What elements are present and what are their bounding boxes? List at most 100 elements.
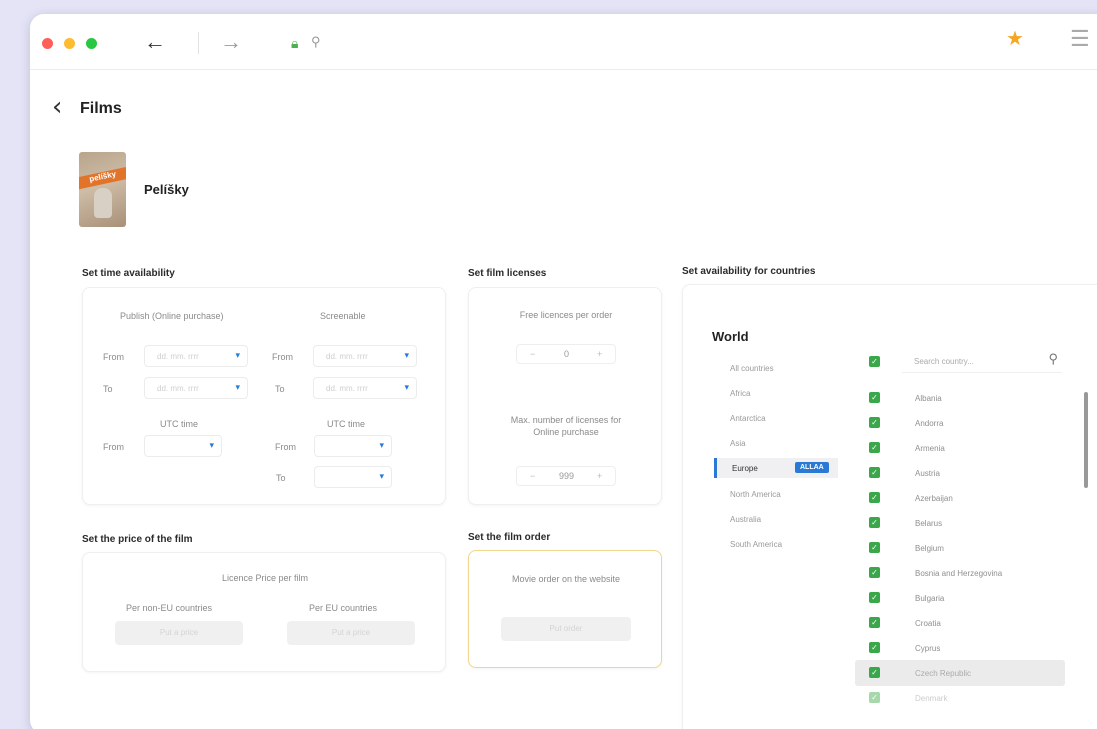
country-name: Croatia <box>915 619 941 628</box>
region-item[interactable]: South America <box>730 540 782 549</box>
poster-figure <box>94 188 112 218</box>
status-badge: ALLAA <box>795 462 829 473</box>
publish-label: Publish (Online purchase) <box>120 311 224 321</box>
country-name: Albania <box>915 394 942 403</box>
screenable-to-date-field[interactable]: dd. mm. rrrr ▾ <box>313 377 417 399</box>
screenable-from-date-field[interactable]: dd. mm. rrrr ▾ <box>313 345 417 367</box>
region-item-selected[interactable]: Europe ALLAA <box>714 458 838 478</box>
address-bar[interactable]: 🔒︎ ⚲ <box>275 30 1035 58</box>
film-title: Pelíšky <box>144 182 189 197</box>
region-label: Europe <box>732 464 758 473</box>
back-arrow-icon[interactable]: ← <box>144 28 166 56</box>
country-checkbox[interactable]: ✓ <box>869 667 880 678</box>
time-section-title: Set time availability <box>82 268 175 279</box>
non-eu-price-button[interactable]: Put a price <box>115 621 243 645</box>
movie-order-label: Movie order on the website <box>511 574 621 584</box>
increment-button[interactable]: + <box>597 349 602 359</box>
country-checkbox[interactable]: ✓ <box>869 617 880 628</box>
chevron-down-icon: ▾ <box>209 440 214 450</box>
non-eu-label: Per non-EU countries <box>126 603 213 613</box>
country-checkbox[interactable]: ✓ <box>869 642 880 653</box>
price-section-title: Set the price of the film <box>82 534 193 545</box>
search-icon: ⚲ <box>1048 351 1058 366</box>
decrement-button[interactable]: − <box>530 349 535 359</box>
chevron-down-icon: ▾ <box>404 350 409 360</box>
price-panel: Licence Price per film Per non-EU countr… <box>82 552 446 672</box>
date-placeholder: dd. mm. rrrr <box>326 352 368 361</box>
close-window-button[interactable] <box>42 38 53 49</box>
toolbar-divider <box>198 32 199 54</box>
region-item[interactable]: All countries <box>730 364 774 373</box>
minimize-window-button[interactable] <box>64 38 75 49</box>
screenable-from-label: From <box>272 352 293 362</box>
date-placeholder: dd. mm. rrrr <box>326 384 368 393</box>
browser-window: ← → 🔒︎ ⚲ ★ ☰ ‹ Films pelíšky Pelíšky Set… <box>30 14 1097 729</box>
search-placeholder: Search country... <box>914 357 974 366</box>
screenable-label: Screenable <box>320 311 366 321</box>
country-checkbox[interactable]: ✓ <box>869 467 880 478</box>
select-all-checkbox[interactable]: ✓ <box>869 356 880 367</box>
time-panel: Publish (Online purchase) Screenable Fro… <box>82 287 446 505</box>
decrement-button[interactable]: − <box>530 471 535 481</box>
free-licences-label: Free licences per order <box>519 310 613 320</box>
increment-button[interactable]: + <box>597 471 602 481</box>
country-checkbox[interactable]: ✓ <box>869 592 880 603</box>
world-title: World <box>712 329 749 344</box>
hamburger-icon[interactable]: ☰ <box>1070 26 1090 52</box>
film-poster: pelíšky <box>79 152 126 227</box>
publish-utc-from-select[interactable]: ▾ <box>144 435 222 457</box>
eu-price-button[interactable]: Put a price <box>287 621 415 645</box>
country-list-scrollbar[interactable] <box>1084 392 1088 488</box>
screenable-utc-to-select[interactable]: ▾ <box>314 466 392 488</box>
back-button[interactable]: ‹ <box>52 94 62 120</box>
country-name: Armenia <box>915 444 945 453</box>
country-name: Belarus <box>915 519 943 528</box>
country-checkbox[interactable]: ✓ <box>869 517 880 528</box>
publish-utc-label: UTC time <box>160 419 198 429</box>
lock-icon: 🔒︎ <box>291 35 299 51</box>
country-checkbox[interactable]: ✓ <box>869 692 880 703</box>
screenable-to-label: To <box>275 384 285 394</box>
movie-order-button[interactable]: Put order <box>501 617 631 641</box>
screenable-utc-from-select[interactable]: ▾ <box>314 435 392 457</box>
page-title: Films <box>80 100 122 117</box>
region-item[interactable]: Africa <box>730 389 750 398</box>
order-section-title: Set the film order <box>468 532 551 543</box>
country-checkbox[interactable]: ✓ <box>869 492 880 503</box>
eu-label: Per EU countries <box>309 603 378 613</box>
publish-to-date-field[interactable]: dd. mm. rrrr ▾ <box>144 377 248 399</box>
country-checkbox[interactable]: ✓ <box>869 542 880 553</box>
browser-toolbar: ← → 🔒︎ ⚲ ★ ☰ <box>30 14 1097 70</box>
max-licenses-value: 999 <box>559 471 575 481</box>
publish-from-date-field[interactable]: dd. mm. rrrr ▾ <box>144 345 248 367</box>
country-checkbox[interactable]: ✓ <box>869 567 880 578</box>
licenses-section-title: Set film licenses <box>468 268 547 279</box>
country-checkbox[interactable]: ✓ <box>869 392 880 403</box>
maximize-window-button[interactable] <box>86 38 97 49</box>
country-name: Andorra <box>915 419 944 428</box>
licenses-panel: Free licences per order − 0 + Max. numbe… <box>468 287 662 505</box>
countries-section-title: Set availability for countries <box>682 266 816 277</box>
free-licences-stepper[interactable]: − 0 + <box>516 344 616 364</box>
screenable-utc-label: UTC time <box>327 419 365 429</box>
country-name: Bosnia and Herzegovina <box>915 569 1003 578</box>
date-placeholder: dd. mm. rrrr <box>157 352 199 361</box>
max-licenses-stepper[interactable]: − 999 + <box>516 466 616 486</box>
country-name: Austria <box>915 469 940 478</box>
region-item[interactable]: North America <box>730 490 781 499</box>
region-item[interactable]: Asia <box>730 439 746 448</box>
country-search-input[interactable]: Search country... ⚲ <box>902 349 1062 373</box>
screenable-utc-from-label: From <box>275 442 296 452</box>
country-name: Denmark <box>915 694 948 703</box>
forward-arrow-icon[interactable]: → <box>220 28 242 56</box>
country-checkbox[interactable]: ✓ <box>869 417 880 428</box>
region-item[interactable]: Australia <box>730 515 761 524</box>
country-name: Czech Republic <box>915 669 972 678</box>
max-licenses-label: Max. number of licenses for Online purch… <box>510 415 622 437</box>
star-icon[interactable]: ★ <box>1006 26 1024 51</box>
region-item[interactable]: Antarctica <box>730 414 766 423</box>
licence-price-label: Licence Price per film <box>221 573 309 583</box>
country-checkbox[interactable]: ✓ <box>869 442 880 453</box>
poster-title: pelíšky <box>79 166 126 190</box>
chevron-down-icon: ▾ <box>235 382 240 392</box>
